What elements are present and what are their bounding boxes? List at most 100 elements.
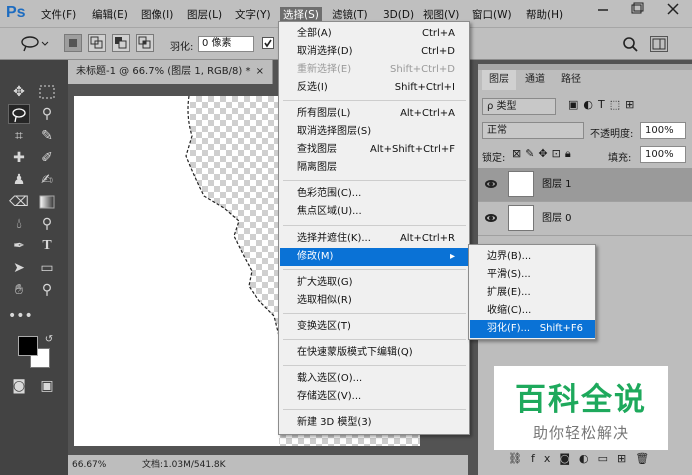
submenu-item-contract[interactable]: 收缩(C)... xyxy=(470,302,595,320)
fill-input[interactable]: 100% xyxy=(640,146,686,163)
menu-item-new-3d-model[interactable]: 新建 3D 模型(3) xyxy=(280,414,469,432)
submenu-item-feather[interactable]: 羽化(F)... Shift+F6 xyxy=(470,320,595,338)
submenu-item-border[interactable]: 边界(B)... xyxy=(470,248,595,266)
image-layer-shape xyxy=(74,96,280,446)
menu-item-grow[interactable]: 扩大选取(G) xyxy=(280,274,469,292)
magic-wand-tool-icon[interactable]: ⚲ xyxy=(36,104,58,124)
workspace-button[interactable] xyxy=(650,36,668,52)
clone-stamp-tool-icon[interactable]: ♟ xyxy=(8,170,30,190)
document-tab[interactable]: 未标题-1 @ 66.7% (图层 1, RGB/8) * × xyxy=(68,60,273,84)
crop-tool-icon[interactable]: ⌗ xyxy=(8,126,30,146)
history-brush-tool-icon[interactable]: ✍ xyxy=(36,170,58,190)
subtract-selection-icon xyxy=(115,37,127,49)
submenu-item-expand[interactable]: 扩展(E)... xyxy=(470,284,595,302)
submenu-item-smooth[interactable]: 平滑(S)... xyxy=(470,266,595,284)
rectangle-tool-icon[interactable]: ▭ xyxy=(36,258,58,278)
zoom-tool-icon[interactable]: ⚲ xyxy=(36,280,58,300)
layer-actions-bar[interactable]: ⛓fx◙◐▭⊞🗑︎ xyxy=(508,452,688,470)
screen-mode-icon[interactable]: ▣ xyxy=(36,376,58,396)
menu-item-similar[interactable]: 选取相似(R) xyxy=(280,292,469,310)
layer-filter-select[interactable]: ρ 类型 xyxy=(482,98,556,115)
hand-tool-icon[interactable]: ✋︎ xyxy=(8,280,30,300)
workspace-icon xyxy=(652,38,666,50)
tab-channels[interactable]: 通道 xyxy=(518,70,552,90)
foreground-color-swatch-front[interactable] xyxy=(18,336,38,356)
menu-item-quick-mask[interactable]: 在快速蒙版模式下编辑(Q) xyxy=(280,344,469,362)
menu-item-select-and-mask[interactable]: 选择并遮住(K)... Alt+Ctrl+R xyxy=(280,230,469,248)
menu-item-deselect-layers[interactable]: 取消选择图层(S) xyxy=(280,123,469,141)
search-button[interactable] xyxy=(620,34,640,54)
menu-item-deselect[interactable]: 取消选择(D) Ctrl+D xyxy=(280,43,469,61)
search-icon xyxy=(623,37,638,52)
menu-item-load-selection[interactable]: 载入选区(O)... xyxy=(280,370,469,388)
minimize-button[interactable] xyxy=(588,2,618,16)
blend-mode-select[interactable]: 正常 xyxy=(482,122,584,139)
lasso-preset-picker[interactable] xyxy=(18,34,50,54)
eye-icon[interactable] xyxy=(485,214,497,222)
menu-file[interactable]: 文件(F) xyxy=(41,7,76,23)
menu-item-color-range[interactable]: 色彩范围(C)... xyxy=(280,185,469,203)
quick-mask-icon[interactable]: ◙ xyxy=(8,376,30,396)
opacity-input[interactable]: 100% xyxy=(640,122,686,139)
restore-button[interactable] xyxy=(622,2,652,16)
filter-icons[interactable]: ▣◐T⬚⊞ xyxy=(568,98,684,114)
pen-tool-icon[interactable]: ✒ xyxy=(8,236,30,256)
menu-separator xyxy=(283,339,466,340)
fill-label: 填充: xyxy=(608,153,632,164)
menu-item-modify[interactable]: 修改(M) ▸ xyxy=(280,248,469,266)
dodge-tool-icon[interactable]: ⚲ xyxy=(36,214,58,234)
menu-help[interactable]: 帮助(H) xyxy=(526,7,563,23)
path-selection-tool-icon[interactable]: ➤ xyxy=(8,258,30,278)
lock-icons[interactable]: ⊠✎✥⊡🔒︎ xyxy=(512,147,588,163)
close-button[interactable] xyxy=(658,2,688,16)
layer-name: 图层 1 xyxy=(542,179,572,190)
marquee-tool-icon[interactable] xyxy=(36,82,58,102)
tools-panel: ✥ ⚲ ⌗ ✎ ✚ ✐ ♟ ✍ ⌫ 💧︎ ⚲ ✒ T ➤ ▭ ✋︎ ⚲ ••• … xyxy=(0,60,68,475)
layer-row-1[interactable]: 图层 1 xyxy=(478,168,692,202)
menu-separator xyxy=(283,409,466,410)
eraser-tool-icon[interactable]: ⌫ xyxy=(8,192,30,212)
menu-separator xyxy=(283,225,466,226)
lasso-tool-icon[interactable] xyxy=(8,104,30,124)
close-icon xyxy=(667,3,679,15)
menu-layer[interactable]: 图层(L) xyxy=(187,7,222,23)
move-tool-icon[interactable]: ✥ xyxy=(8,82,30,102)
more-tools-icon[interactable]: ••• xyxy=(8,306,33,326)
menu-item-inverse[interactable]: 反选(I) Shift+Ctrl+I xyxy=(280,79,469,97)
menu-item-find-layers[interactable]: 查找图层 Alt+Shift+Ctrl+F xyxy=(280,141,469,159)
eyedropper-tool-icon[interactable]: ✎ xyxy=(36,126,58,146)
zoom-level[interactable]: 66.67% xyxy=(72,455,106,475)
close-document-icon[interactable]: × xyxy=(256,60,264,84)
subtract-selection-button[interactable] xyxy=(112,34,130,52)
menu-separator xyxy=(283,313,466,314)
intersect-selection-button[interactable] xyxy=(136,34,154,52)
add-selection-button[interactable] xyxy=(88,34,106,52)
tab-paths[interactable]: 路径 xyxy=(554,70,588,90)
intersect-selection-icon xyxy=(138,36,151,49)
menu-item-focus-area[interactable]: 焦点区域(U)... xyxy=(280,203,469,221)
menu-item-select-all[interactable]: 全部(A) Ctrl+A xyxy=(280,25,469,43)
blur-tool-icon[interactable]: 💧︎ xyxy=(8,214,30,234)
eye-icon[interactable] xyxy=(485,180,497,188)
feather-input[interactable]: 0 像素 xyxy=(198,36,254,52)
menu-image[interactable]: 图像(I) xyxy=(141,7,173,23)
healing-brush-tool-icon[interactable]: ✚ xyxy=(8,148,30,168)
new-selection-button[interactable] xyxy=(64,34,82,52)
submenu-arrow-icon: ▸ xyxy=(449,251,455,262)
menu-type[interactable]: 文字(Y) xyxy=(235,7,271,23)
minimize-icon xyxy=(598,9,608,11)
menu-item-reselect[interactable]: 重新选择(E) Shift+Ctrl+D xyxy=(280,61,469,79)
menu-item-isolate-layers[interactable]: 隔离图层 xyxy=(280,159,469,177)
menu-item-all-layers[interactable]: 所有图层(L) Alt+Ctrl+A xyxy=(280,105,469,123)
menu-window[interactable]: 窗口(W) xyxy=(472,7,512,23)
menu-item-save-selection[interactable]: 存储选区(V)... xyxy=(280,388,469,406)
menu-edit[interactable]: 编辑(E) xyxy=(92,7,128,23)
swap-colors-icon[interactable]: ↺ xyxy=(38,330,60,350)
anti-alias-checkbox[interactable] xyxy=(262,37,274,49)
layer-row-0[interactable]: 图层 0 xyxy=(478,202,692,236)
brush-tool-icon[interactable]: ✐ xyxy=(36,148,58,168)
type-tool-icon[interactable]: T xyxy=(36,236,58,256)
menu-item-transform-selection[interactable]: 变换选区(T) xyxy=(280,318,469,336)
tab-layers[interactable]: 图层 xyxy=(482,70,516,90)
gradient-tool-icon[interactable] xyxy=(36,192,58,212)
